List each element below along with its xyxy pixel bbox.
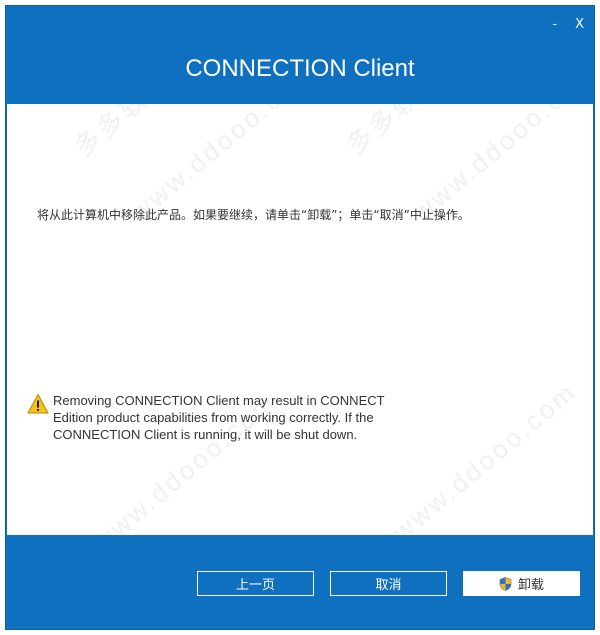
warning-message: Removing CONNECTION Client may result in… xyxy=(27,392,413,443)
window-controls: - X xyxy=(552,18,584,32)
warning-icon xyxy=(27,393,49,414)
back-button-label: 上一页 xyxy=(235,578,275,593)
title-bar: - X CONNECTION Client xyxy=(6,6,594,104)
watermark-text: www.ddooo.com xyxy=(387,376,583,535)
button-bar: 上一页 取消 卸载 xyxy=(6,535,594,629)
shield-icon xyxy=(499,576,512,591)
installer-window: - X CONNECTION Client 多多软件站 www.ddooo.co… xyxy=(5,5,595,630)
uninstall-instruction: 将从此计算机中移除此产品。如果要继续，请单击“卸载”；单击“取消”中止操作。 xyxy=(37,208,470,222)
content-panel: 多多软件站 www.ddooo.com 多多软件站 www.ddooo.com … xyxy=(7,104,593,535)
watermark-text: 多多软件站 xyxy=(337,104,472,162)
uninstall-button-label: 卸载 xyxy=(517,578,544,593)
close-button[interactable]: X xyxy=(575,18,584,32)
watermark-text: 多多软件站 xyxy=(68,104,199,163)
back-button[interactable]: 上一页 xyxy=(197,571,314,596)
cancel-button[interactable]: 取消 xyxy=(330,571,447,596)
warning-text: Removing CONNECTION Client may result in… xyxy=(53,393,385,442)
uninstall-button[interactable]: 卸载 xyxy=(463,571,580,596)
cancel-button-label: 取消 xyxy=(375,578,402,593)
window-title: CONNECTION Client xyxy=(185,55,415,82)
minimize-button[interactable]: - xyxy=(552,18,557,32)
